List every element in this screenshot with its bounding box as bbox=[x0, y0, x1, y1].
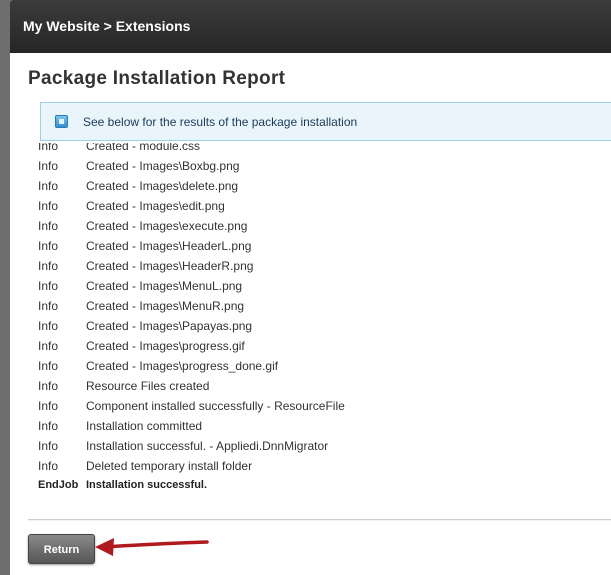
log-message: Created - Images\progress_done.gif bbox=[86, 359, 279, 373]
log-message: Created - Images\MenuL.png bbox=[86, 279, 243, 293]
log-level: Info bbox=[38, 359, 59, 373]
log-level: EndJob bbox=[38, 479, 79, 491]
log-message: Installation committed bbox=[86, 419, 203, 433]
log-level: Info bbox=[38, 459, 59, 473]
log-message: Resource Files created bbox=[86, 379, 210, 393]
divider bbox=[28, 519, 611, 521]
log-row: Info Component installed successfully - R… bbox=[38, 396, 598, 416]
log-row: Info Created - Images\HeaderL.png bbox=[38, 236, 598, 256]
log-level: Info bbox=[38, 239, 59, 253]
log-level: Info bbox=[38, 179, 59, 193]
log-level: Info bbox=[38, 339, 59, 353]
log-row: Info Created - module.css bbox=[38, 143, 598, 156]
log-message: Created - Images\HeaderL.png bbox=[86, 239, 252, 253]
log-row: Info Deleted temporary install folder bbox=[38, 456, 598, 476]
log-message: Created - Images\progress.gif bbox=[86, 339, 245, 353]
log-level: Info bbox=[38, 259, 59, 273]
info-icon bbox=[55, 115, 68, 128]
log-level: Info bbox=[38, 419, 59, 433]
window-titlebar: My Website > Extensions bbox=[10, 0, 611, 53]
log-row: Info Installation successful. - Appliedi.… bbox=[38, 436, 598, 456]
log-row: EndJob Installation successful. bbox=[38, 476, 598, 496]
log-message: Created - Images\delete.png bbox=[86, 179, 239, 193]
log-message: Created - module.css bbox=[86, 143, 201, 153]
log-message: Installation successful. bbox=[86, 479, 208, 491]
log-level: Info bbox=[38, 159, 59, 173]
log-message: Component installed successfully - Resou… bbox=[86, 399, 345, 413]
log-level: Info bbox=[38, 379, 59, 393]
log-message: Deleted temporary install folder bbox=[86, 459, 253, 473]
log-level: Info bbox=[38, 439, 59, 453]
log-level: Info bbox=[38, 143, 59, 153]
log-row: Info Created - Images\Papayas.png bbox=[38, 316, 598, 336]
report-panel: Package Installation Report See below fo… bbox=[10, 53, 611, 575]
log-row: Info Created - Images\progress.gif bbox=[38, 336, 598, 356]
log-message: Created - Images\execute.png bbox=[86, 219, 248, 233]
log-level: Info bbox=[38, 219, 59, 233]
log-row: Info Resource Files created bbox=[38, 376, 598, 396]
log-row: Info Created - Images\Boxbg.png bbox=[38, 156, 598, 176]
log-level: Info bbox=[38, 279, 59, 293]
log-row: Info Created - Images\edit.png bbox=[38, 196, 598, 216]
window-title: My Website > Extensions bbox=[23, 18, 191, 34]
log-message: Created - Images\Boxbg.png bbox=[86, 159, 240, 173]
log-level: Info bbox=[38, 399, 59, 413]
installation-log[interactable]: Info Created - module.css Info Created - Im… bbox=[38, 143, 598, 507]
page-title: Package Installation Report bbox=[28, 68, 286, 89]
log-level: Info bbox=[38, 299, 59, 313]
log-message: Created - Images\MenuR.png bbox=[86, 299, 245, 313]
log-row: Info Installation committed bbox=[38, 416, 598, 436]
log-row: Info Created - Images\HeaderR.png bbox=[38, 256, 598, 276]
log-level: Info bbox=[38, 199, 59, 213]
return-button[interactable]: Return bbox=[28, 534, 95, 564]
log-message: Installation successful. - Appliedi.DnnM… bbox=[86, 439, 329, 453]
log-message: Created - Images\Papayas.png bbox=[86, 319, 253, 333]
info-notice: See below for the results of the package… bbox=[40, 102, 611, 141]
notice-message: See below for the results of the package… bbox=[83, 115, 358, 129]
log-row: Info Created - Images\execute.png bbox=[38, 216, 598, 236]
log-message: Created - Images\HeaderR.png bbox=[86, 259, 254, 273]
log-message: Created - Images\edit.png bbox=[86, 199, 225, 213]
log-row: Info Created - Images\delete.png bbox=[38, 176, 598, 196]
log-row: Info Created - Images\progress_done.gif bbox=[38, 356, 598, 376]
log-row: Info Created - Images\MenuL.png bbox=[38, 276, 598, 296]
log-row: Info Created - Images\MenuR.png bbox=[38, 296, 598, 316]
log-level: Info bbox=[38, 319, 59, 333]
